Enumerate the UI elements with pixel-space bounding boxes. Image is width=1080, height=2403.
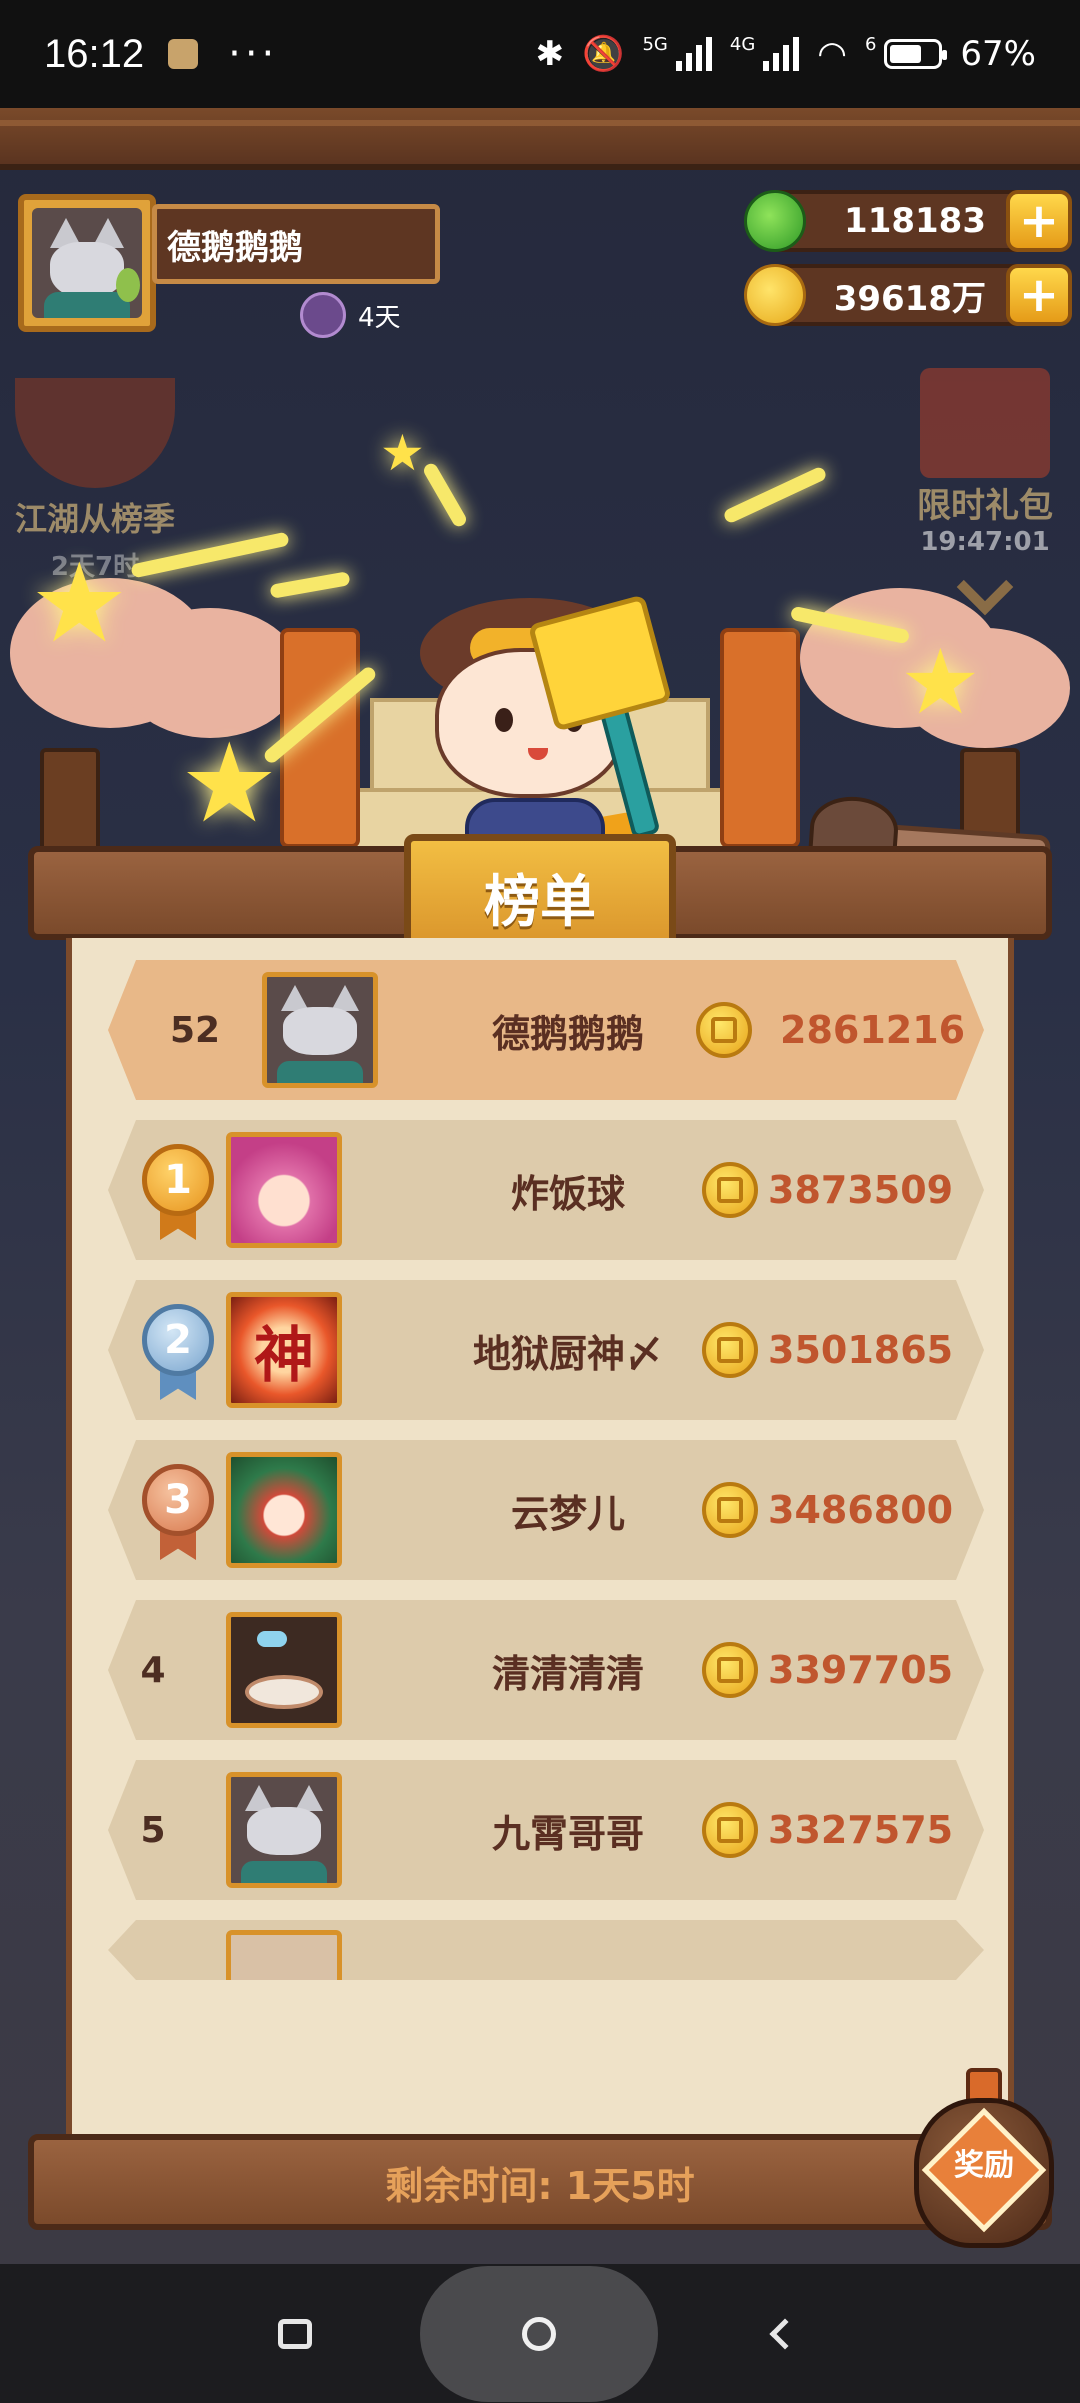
- sparkle-streak: [722, 465, 828, 525]
- game-scene: 德鹅鹅鹅 4天 118183 + 39618万 + 江湖从榜季 2天7时 限时礼…: [0, 108, 1080, 2264]
- rank-number: 5: [140, 1809, 166, 1851]
- coin-value: 39618万: [833, 278, 986, 319]
- hotpot-icon: [15, 378, 175, 488]
- wolf-avatar-icon: [32, 208, 142, 318]
- more-notifications-icon: ···: [228, 31, 279, 77]
- reward-label: 奖励: [954, 2148, 1014, 2183]
- gift-box-icon: [920, 368, 1050, 478]
- rank-number: 4: [140, 1649, 166, 1691]
- bronze-medal-icon: 3: [138, 1464, 218, 1560]
- limited-gift-button[interactable]: 限时礼包 19:47:01: [890, 368, 1080, 616]
- player-name: 云梦儿: [510, 1491, 625, 1536]
- wifi-sub-label: 6: [864, 34, 877, 55]
- signal-5g-icon: [675, 37, 712, 71]
- 5g-label: 5G: [642, 34, 668, 55]
- player-name: 地狱厨神〆: [472, 1331, 663, 1376]
- bluetooth-icon: ✱: [535, 34, 565, 74]
- player-name: 德鹅鹅鹅: [152, 204, 440, 284]
- player-avatar[interactable]: [18, 194, 156, 332]
- leaderboard-list[interactable]: 52 德鹅鹅鹅 2861216 1 炸饭球 3873509 2 神 地狱厨神〆 …: [66, 938, 1014, 2134]
- star-icon: ★: [30, 539, 129, 667]
- my-rank-row: 52 德鹅鹅鹅 2861216: [108, 960, 984, 1100]
- rank-number: 52: [169, 1009, 221, 1051]
- player-name: 清清清清: [491, 1651, 644, 1696]
- player-avatar-icon: [226, 1930, 342, 1990]
- coin-icon: [702, 1482, 758, 1538]
- add-coin-button[interactable]: +: [1006, 264, 1072, 326]
- add-jade-button[interactable]: +: [1006, 190, 1072, 252]
- mute-icon: 🔕: [582, 34, 625, 74]
- table-row-partial: [108, 1920, 984, 1980]
- star-icon: ★: [380, 424, 425, 482]
- coin-icon: [702, 1322, 758, 1378]
- player-score: 3486800: [768, 1488, 954, 1532]
- square-icon: [278, 2318, 312, 2349]
- back-chevron-icon: [769, 2317, 801, 2350]
- star-icon: ★: [180, 719, 279, 847]
- days-label: 4天: [358, 302, 401, 333]
- jade-value: 118183: [844, 201, 986, 241]
- companion-icon: [300, 292, 346, 338]
- season-event-label: 江湖从榜季: [14, 500, 175, 538]
- table-row[interactable]: 3 云梦儿 3486800: [108, 1440, 984, 1580]
- 4g-label: 4G: [729, 34, 756, 55]
- stage-pillar: [720, 628, 800, 848]
- home-button[interactable]: [420, 2264, 658, 2403]
- table-row[interactable]: 2 神 地狱厨神〆 3501865: [108, 1280, 984, 1420]
- login-days: 4天: [300, 292, 401, 338]
- remaining-time: 剩余时间: 1天5时: [28, 2134, 1052, 2230]
- limited-gift-label: 限时礼包: [917, 486, 1053, 526]
- battery-fill: [890, 45, 922, 63]
- player-score: 3501865: [768, 1328, 954, 1372]
- player-score: 3397705: [768, 1648, 954, 1692]
- battery-icon: [884, 39, 948, 69]
- notification-app-icon: [168, 39, 199, 69]
- signal-4g-icon: [763, 37, 800, 71]
- player-avatar-icon: [226, 1612, 342, 1728]
- reward-button[interactable]: 奖励: [914, 2068, 1054, 2248]
- star-icon: ★: [900, 630, 981, 735]
- battery-percent: 67%: [960, 34, 1036, 74]
- player-avatar-icon: 神: [226, 1292, 342, 1408]
- jade-counter: 118183 +: [744, 190, 1072, 252]
- top-beam: [0, 108, 1080, 170]
- player-avatar-icon: [226, 1132, 342, 1248]
- circle-icon: [522, 2316, 556, 2351]
- player-name: 炸饭球: [510, 1171, 625, 1216]
- status-bar: 16:12 ··· ✱ 🔕 5G 4G ◠ 6 67%: [0, 0, 1080, 108]
- player-name: 九霄哥哥: [491, 1811, 644, 1856]
- coin-icon: [696, 1002, 752, 1058]
- player-avatar-icon: [226, 1452, 342, 1568]
- sparkle-streak: [269, 571, 351, 599]
- coin-icon: [744, 264, 806, 326]
- player-score: 2861216: [780, 1008, 966, 1052]
- coin-counter: 39618万 +: [744, 264, 1072, 326]
- coin-icon: [702, 1162, 758, 1218]
- limited-gift-timer: 19:47:01: [920, 527, 1050, 557]
- gold-medal-icon: 1: [138, 1144, 218, 1240]
- player-score: 3873509: [768, 1168, 954, 1212]
- table-row[interactable]: 5 九霄哥哥 3327575: [108, 1760, 984, 1900]
- sparkle-streak: [421, 461, 469, 529]
- silver-medal-icon: 2: [138, 1304, 218, 1400]
- player-name: 德鹅鹅鹅: [491, 1011, 644, 1056]
- player-score: 3327575: [768, 1808, 954, 1852]
- back-button[interactable]: [720, 2264, 850, 2403]
- coin-icon: [702, 1642, 758, 1698]
- table-row[interactable]: 1 炸饭球 3873509: [108, 1120, 984, 1260]
- navigation-bar: [0, 2264, 1080, 2403]
- clock: 16:12: [44, 31, 145, 76]
- coin-icon: [702, 1802, 758, 1858]
- jade-icon: [744, 190, 806, 252]
- wifi-icon: ◠: [817, 34, 847, 74]
- recents-button[interactable]: [230, 2264, 360, 2403]
- table-row[interactable]: 4 清清清清 3397705: [108, 1600, 984, 1740]
- player-avatar-icon: [226, 1772, 342, 1888]
- player-avatar-icon: [262, 972, 378, 1088]
